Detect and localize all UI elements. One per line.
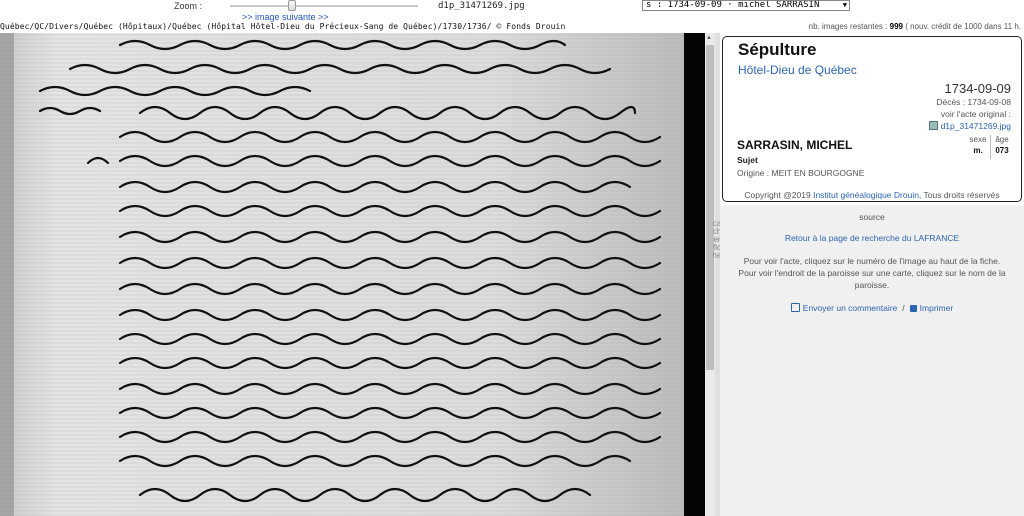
zoom-slider-handle[interactable] [288, 0, 296, 11]
top-toolbar: Zoom : >> image suivante >> d1p_31471269… [0, 0, 1024, 33]
original-act-label: voir l'acte original : [940, 109, 1011, 119]
age-field: âge 073 [991, 135, 1013, 159]
instruction-view-map: Pour voir l'endroit de la paroisse sur u… [738, 268, 1006, 290]
instructions: Pour voir l'acte, cliquez sur le numéro … [730, 255, 1014, 291]
archive-path: Québec/QC/Divers/Québec (Hôpitaux)/Québe… [0, 22, 566, 31]
handwritten-register-image[interactable] [0, 33, 708, 516]
info-panel: source Retour à la page de recherche du … [720, 205, 1024, 516]
record-card: Sépulture Hôtel-Dieu de Québec 1734-09-0… [722, 36, 1022, 202]
copyright-prefix: Copyright @2019 [744, 190, 811, 200]
copyright-notice: Copyright @2019 Institut généalogique Dr… [723, 190, 1021, 200]
document-image-viewer[interactable] [0, 33, 708, 516]
send-comment-label: Envoyer un commentaire [802, 303, 898, 313]
age-value: 073 [995, 146, 1009, 155]
images-remaining-label: nb. images restantes : [808, 22, 888, 31]
printer-icon [909, 305, 917, 312]
sex-value: m. [973, 146, 983, 155]
institute-link[interactable]: Institut généalogique Drouin, [813, 190, 921, 200]
print-label: Imprimer [919, 303, 954, 313]
person-origin: Origine : MEIT EN BOURGOGNE [737, 168, 865, 178]
image-file-icon [928, 121, 938, 130]
edit-icon [790, 303, 800, 312]
zoom-label: Zoom : [174, 1, 203, 11]
next-image-link[interactable]: >> image suivante >> [242, 12, 329, 22]
person-role: Sujet [737, 155, 758, 165]
death-date: Décès : 1734-09-08 [936, 97, 1011, 107]
action-separator: / [902, 303, 905, 313]
zoom-slider-track[interactable] [230, 5, 418, 7]
images-remaining-count: 999 [889, 22, 903, 31]
images-remaining-status: nb. images restantes : 999 ( nouv. crédi… [809, 22, 1021, 31]
scroll-up-arrow-icon[interactable]: ▲ [706, 35, 712, 41]
action-links: Envoyer un commentaire / Imprimer [720, 303, 1024, 313]
record-date: 1734-09-09 [944, 81, 1012, 96]
sex-field: sexe m. [966, 135, 991, 159]
age-label: âge [995, 135, 1009, 144]
send-comment-link[interactable]: Envoyer un commentaire [790, 303, 898, 313]
sex-label: sexe [969, 135, 987, 144]
record-select-dropdown[interactable]: s : 1734-09-09 · michel SARRASIN ▼ [642, 0, 850, 11]
original-act-link[interactable]: d1p_31471269.jpg [928, 121, 1011, 131]
original-act-filename: d1p_31471269.jpg [940, 121, 1011, 131]
images-remaining-note: ( nouv. crédit de 1000 dans 11 h. [905, 22, 1021, 31]
viewer-scrollbar-thumb[interactable] [706, 45, 714, 370]
record-select-value: s : 1734-09-09 · michel SARRASIN [646, 0, 820, 10]
chevron-down-icon: ▼ [842, 1, 847, 9]
person-name: SARRASIN, MICHEL [737, 138, 853, 152]
return-to-search-link[interactable]: Retour à la page de recherche du LAFRANC… [720, 233, 1024, 243]
record-type-title: Sépulture [738, 40, 817, 59]
print-link[interactable]: Imprimer [909, 303, 954, 313]
source-label: source [859, 212, 885, 222]
parish-link[interactable]: Hôtel-Dieu de Québec [738, 63, 857, 77]
instruction-view-act: Pour voir l'acte, cliquez sur le numéro … [743, 256, 1001, 266]
image-filename: d1p_31471269.jpg [438, 1, 525, 11]
copyright-suffix: Tous droits réservés [923, 190, 1000, 200]
